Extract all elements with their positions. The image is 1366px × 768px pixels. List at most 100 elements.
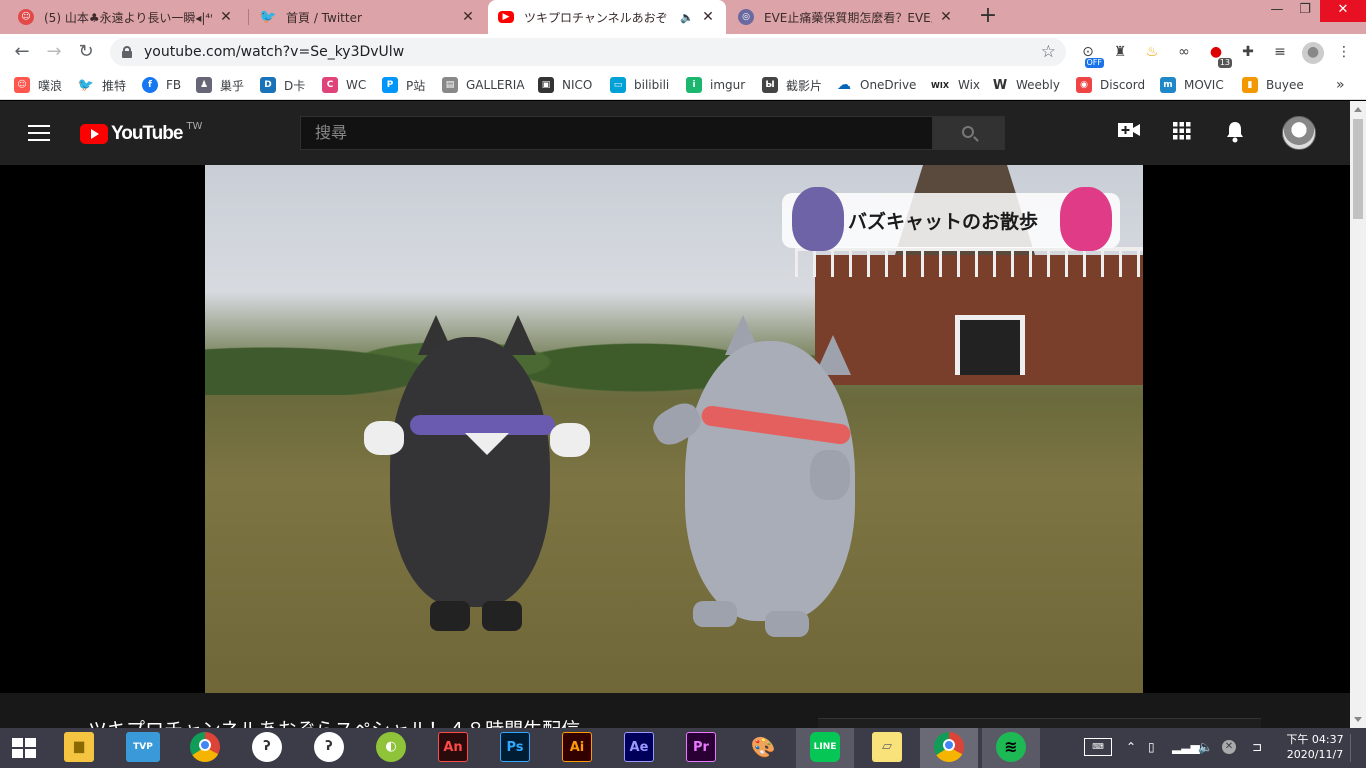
- clock-time: 下午 04:37: [1286, 733, 1344, 746]
- bookmark-wix[interactable]: WIX Wix: [930, 76, 980, 94]
- photoshop-icon[interactable]: Ps: [500, 732, 530, 762]
- scroll-down-icon[interactable]: [1354, 717, 1362, 722]
- menu-kebab-icon[interactable]: ⋮: [1334, 42, 1354, 62]
- chrome-active-icon[interactable]: [934, 732, 964, 762]
- ime-icon[interactable]: ⊐: [1252, 740, 1262, 754]
- taskbar-clock[interactable]: 下午 04:37 2020/11/7: [1280, 732, 1350, 762]
- tab-strip: ☺ (5) 山本♣永遠より長い一瞬◂|⁴⁶ ✕ 🐦 首頁 / Twitter ✕…: [0, 0, 1366, 34]
- video-player[interactable]: バズキャットのお散歩: [0, 165, 1350, 693]
- sticky-notes-icon[interactable]: ▱: [872, 732, 902, 762]
- scroll-up-icon[interactable]: [1354, 107, 1362, 112]
- close-window-icon[interactable]: ✕: [1320, 0, 1366, 22]
- wix-icon: WIX: [931, 80, 949, 90]
- keyboard-icon[interactable]: ⌨: [1084, 738, 1112, 756]
- bookmark-nico[interactable]: ▣ NICO: [538, 76, 592, 94]
- youtube-play-icon: [80, 124, 108, 144]
- reload-icon[interactable]: ↻: [74, 40, 98, 64]
- bookmark-label: GALLERIA: [466, 78, 525, 92]
- puzzle-extension-icon[interactable]: ✚: [1238, 42, 1258, 62]
- animate-icon[interactable]: An: [438, 732, 468, 762]
- bookmark-bilibili[interactable]: ▭ bilibili: [610, 76, 669, 94]
- close-tab-icon[interactable]: ✕: [460, 9, 476, 25]
- premiere-icon[interactable]: Pr: [686, 732, 716, 762]
- minimize-icon[interactable]: —: [1262, 0, 1292, 22]
- bookmark-label: 截影片: [786, 78, 823, 93]
- video-frame[interactable]: バズキャットのお散歩: [205, 165, 1143, 693]
- show-desktop-button[interactable]: [1350, 734, 1366, 762]
- clip-studio-icon[interactable]: ʔ: [252, 732, 282, 762]
- device-icon[interactable]: ▯: [1148, 740, 1155, 754]
- account-avatar[interactable]: [1282, 116, 1316, 150]
- volume-icon[interactable]: 🔈: [1198, 740, 1213, 754]
- url-text[interactable]: youtube.com/watch?v=Se_ky3DvUlw: [144, 44, 404, 60]
- new-tab-button[interactable]: +: [976, 5, 1000, 29]
- tvp-icon[interactable]: TVP: [126, 732, 160, 762]
- tab-youtube-active[interactable]: ▶ ツキプロチャンネルあおぞ 🔈 ✕: [488, 0, 726, 34]
- profile-avatar-icon[interactable]: ●: [1302, 42, 1324, 64]
- back-arrow-icon[interactable]: ←: [10, 40, 34, 64]
- paint-palette-icon[interactable]: 🎨: [748, 732, 778, 762]
- bookmark-onedrive[interactable]: ☁ OneDrive: [836, 76, 916, 94]
- bookmark-twitter[interactable]: 🐦 推特: [78, 76, 126, 94]
- bell-icon[interactable]: [1223, 121, 1247, 145]
- file-explorer-icon[interactable]: ▆: [64, 732, 94, 762]
- create-video-icon[interactable]: [1117, 121, 1141, 145]
- red-extension-icon[interactable]: ● 13: [1206, 42, 1232, 68]
- tab-title: 首頁 / Twitter: [286, 10, 362, 25]
- chrome-icon[interactable]: [190, 732, 220, 762]
- close-tab-icon[interactable]: ✕: [700, 9, 716, 25]
- bookmark-discord[interactable]: ◉ Discord: [1076, 76, 1145, 94]
- bookmark-buyee[interactable]: ▮ Buyee: [1242, 76, 1304, 94]
- spy-extension-icon[interactable]: ♜: [1110, 42, 1130, 62]
- cat-foot: [765, 611, 809, 637]
- bookmark-movic[interactable]: m MOVIC: [1160, 76, 1224, 94]
- movic-icon: m: [1160, 77, 1176, 93]
- bookmark-imgur[interactable]: i imgur: [686, 76, 745, 94]
- tab-plurk[interactable]: ☺ (5) 山本♣永遠より長い一瞬◂|⁴⁶ ✕: [8, 0, 244, 34]
- bookmark-facebook[interactable]: f FB: [142, 76, 181, 94]
- tab-twitter[interactable]: 🐦 首頁 / Twitter ✕: [250, 0, 486, 34]
- line-icon[interactable]: LINE: [810, 732, 840, 762]
- bookmarks-overflow-icon[interactable]: »: [1336, 76, 1345, 94]
- search-input[interactable]: 搜尋: [300, 116, 933, 150]
- bookmark-plurk[interactable]: ☺ 噗浪: [14, 76, 62, 94]
- youtube-logo[interactable]: YouTube TW: [80, 121, 202, 145]
- restore-icon[interactable]: ❐: [1290, 0, 1320, 22]
- tab-eve[interactable]: ◎ EVE止痛藥保質期怎麼看？EVE止 ✕: [728, 0, 964, 34]
- link-extension-icon[interactable]: ∞: [1174, 42, 1194, 62]
- bookmark-wc[interactable]: C WC: [322, 76, 366, 94]
- after-effects-icon[interactable]: Ae: [624, 732, 654, 762]
- apps-grid-icon[interactable]: [1170, 121, 1194, 145]
- forward-arrow-icon[interactable]: →: [42, 40, 66, 64]
- search-button[interactable]: [933, 116, 1005, 150]
- tray-overflow-icon[interactable]: ⌃: [1126, 740, 1136, 754]
- illustrator-icon[interactable]: Ai: [562, 732, 592, 762]
- tennis-ball-icon[interactable]: ◐: [376, 732, 406, 762]
- clip-studio-paint-icon[interactable]: ʔ: [314, 732, 344, 762]
- network-icon[interactable]: ▂▃▅: [1172, 740, 1200, 754]
- bookmark-star-icon[interactable]: ☆: [1041, 42, 1056, 62]
- bookmark-chaohu[interactable]: ♟ 巢乎: [196, 76, 244, 94]
- weebly-icon: W: [992, 77, 1008, 93]
- bookmark-pixiv[interactable]: P P站: [382, 76, 425, 94]
- video-overlay-banner: バズキャットのお散歩: [782, 187, 1120, 251]
- media-control-icon[interactable]: ≡: [1270, 42, 1290, 62]
- bookmark-dcard[interactable]: D D卡: [260, 76, 305, 94]
- scrollbar-thumb[interactable]: [1353, 119, 1363, 219]
- close-circle-icon[interactable]: ✕: [1222, 740, 1236, 754]
- bell-extension-icon[interactable]: ♨: [1142, 42, 1162, 62]
- page-scrollbar[interactable]: [1350, 101, 1366, 728]
- off-extension-icon[interactable]: ⊙ OFF: [1078, 42, 1104, 68]
- white-paw: [550, 423, 590, 457]
- hamburger-menu-icon[interactable]: [28, 125, 50, 141]
- speaker-audio-icon[interactable]: 🔈: [680, 11, 694, 24]
- lock-icon[interactable]: [122, 46, 132, 58]
- close-tab-icon[interactable]: ✕: [938, 9, 954, 25]
- close-tab-icon[interactable]: ✕: [218, 9, 234, 25]
- spotify-icon[interactable]: ≋: [996, 732, 1026, 762]
- windows-start-icon[interactable]: [12, 738, 36, 758]
- address-bar[interactable]: youtube.com/watch?v=Se_ky3DvUlw ☆: [110, 38, 1066, 66]
- bookmark-weebly[interactable]: W Weebly: [992, 76, 1060, 94]
- bookmark-jieyingpian[interactable]: Ы 截影片: [762, 76, 822, 94]
- bookmark-galleria[interactable]: ▤ GALLERIA: [442, 76, 525, 94]
